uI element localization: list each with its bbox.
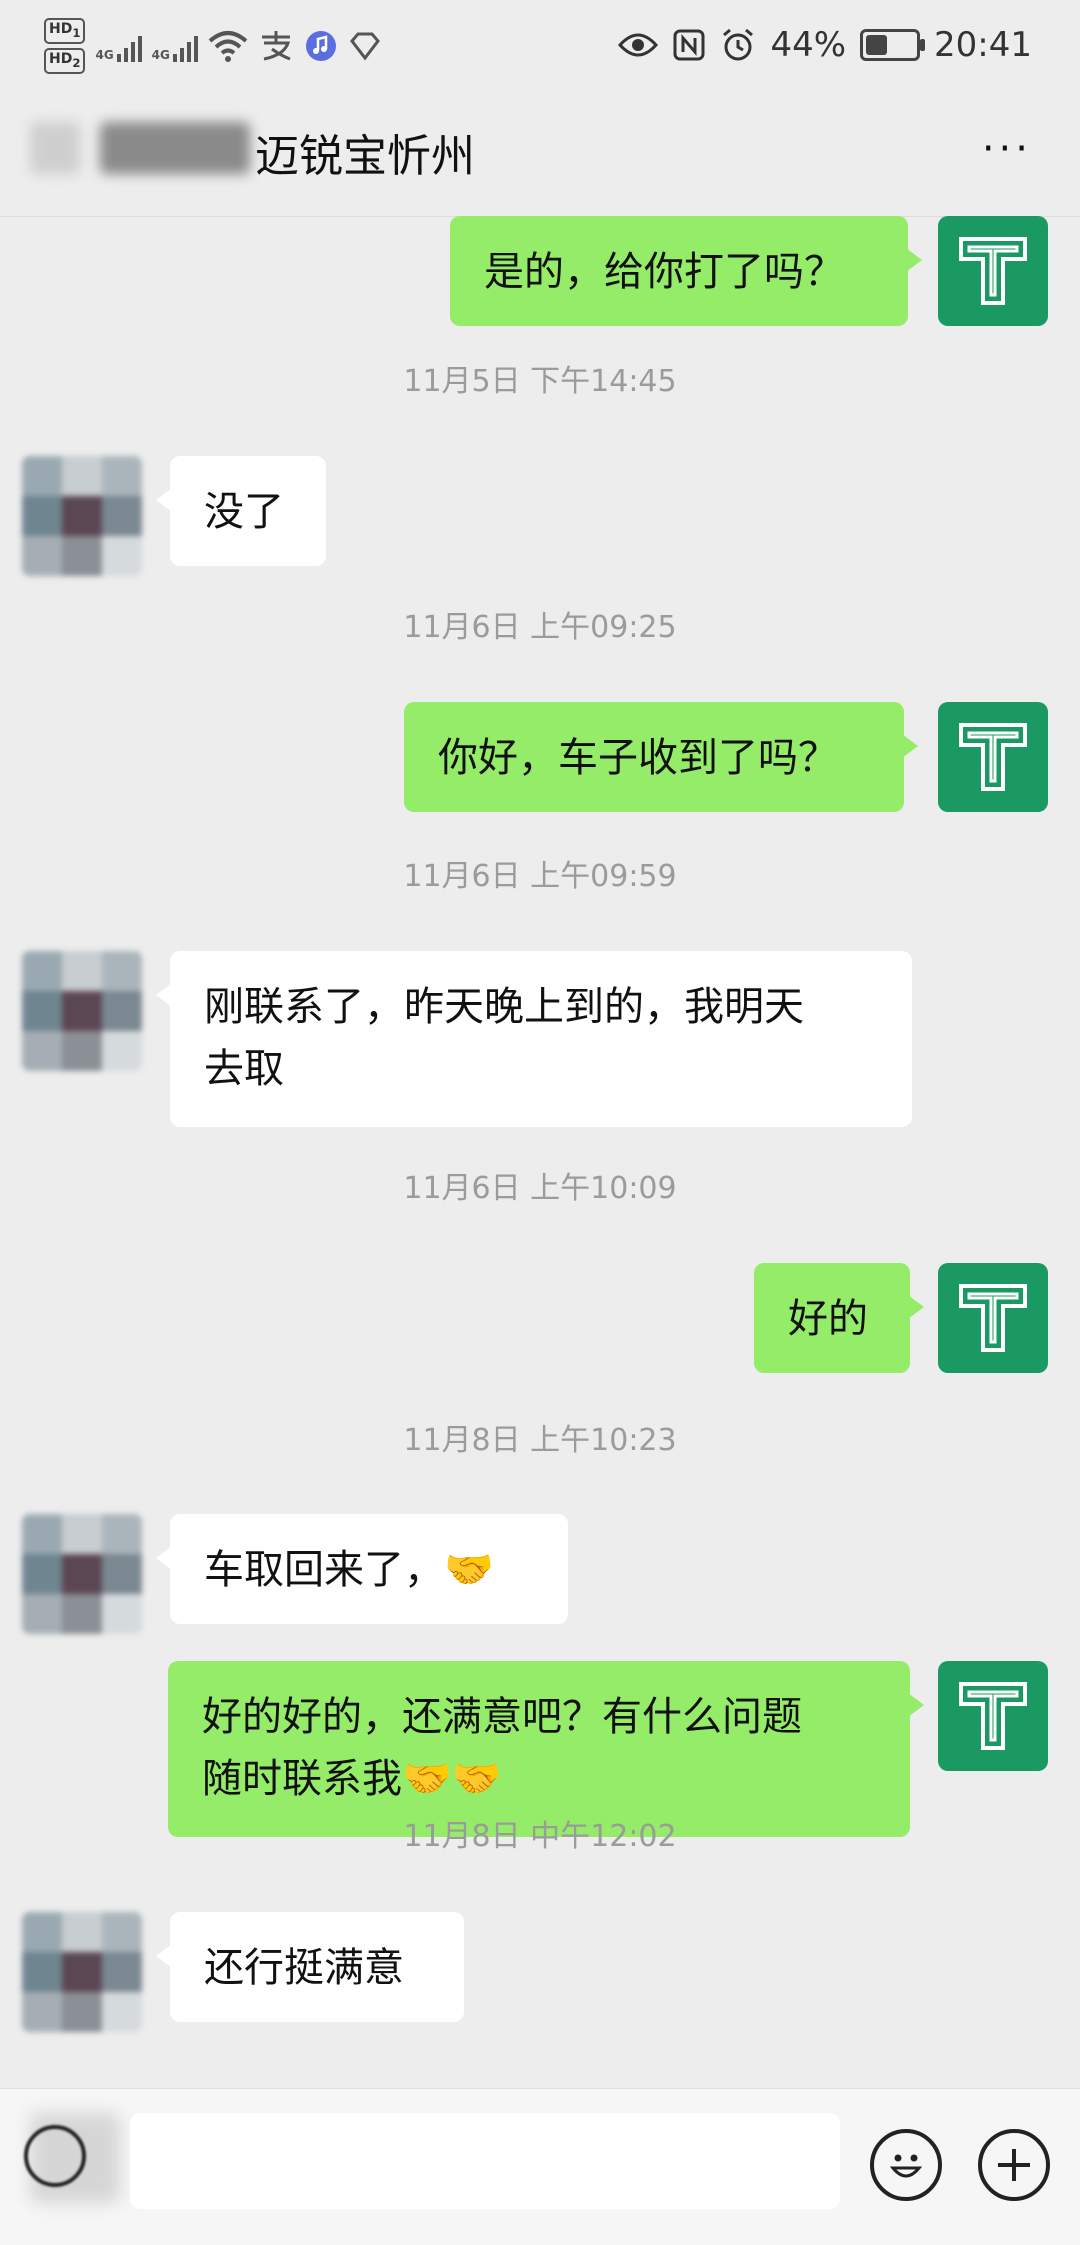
self-avatar[interactable]: [938, 1263, 1048, 1373]
message-timestamp: 11月6日 上午10:09: [403, 1171, 677, 1206]
more-options-button[interactable]: ···: [982, 126, 1032, 172]
chat-title: 迈锐宝忻州: [255, 131, 475, 182]
hd2-indicator: HD2: [44, 48, 86, 74]
sent-message-bubble[interactable]: 你好，车子收到了吗？: [404, 702, 918, 812]
t-logo-icon: [959, 723, 1027, 791]
signal-1-icon: 4G: [95, 30, 142, 62]
contact-avatar[interactable]: [22, 456, 142, 576]
smiley-icon: [889, 2154, 923, 2178]
received-message-bubble[interactable]: 车取回来了，🤝: [156, 1514, 568, 1624]
contact-avatar[interactable]: [22, 1514, 142, 1634]
plus-icon: [998, 2149, 1030, 2181]
sent-message-bubble[interactable]: 好的: [754, 1263, 924, 1373]
message-timestamp: 11月5日 下午14:45: [403, 364, 677, 399]
status-bar: HD1 HD2 4G 4G 44% 20:41: [0, 0, 1080, 90]
nfc-icon: [673, 29, 705, 61]
chat-header: 迈锐宝忻州 ···: [0, 90, 1080, 217]
contact-avatar[interactable]: [22, 1912, 142, 2032]
received-message-bubble[interactable]: 还行挺满意: [156, 1912, 464, 2022]
t-logo-icon: [959, 1682, 1027, 1750]
music-app-icon: [305, 31, 336, 61]
t-logo-icon: [959, 1284, 1027, 1352]
self-avatar[interactable]: [938, 1661, 1048, 1771]
t-logo-icon: [959, 237, 1027, 305]
status-right: 44% 20:41: [618, 20, 1032, 70]
clock: 20:41: [934, 25, 1032, 65]
voice-toggle-button[interactable]: [24, 2125, 86, 2187]
hd1-sub: 1: [72, 26, 81, 40]
signal-2-icon: 4G: [152, 30, 198, 62]
message-timestamp: 11月6日 上午09:59: [403, 859, 677, 894]
network-type-2: 4G: [151, 48, 170, 62]
status-left: HD1 HD2 4G 4G: [44, 14, 382, 78]
battery-fill: [866, 35, 888, 55]
sent-message-bubble[interactable]: 是的，给你打了吗？: [450, 216, 922, 326]
message-list[interactable]: 是的，给你打了吗？ 11月5日 下午14:45 没了 11月6日 上午09:25 你好，…: [0, 216, 1080, 2088]
eye-icon: [618, 33, 659, 57]
blurred-name-part-2: [100, 122, 250, 174]
received-message-bubble[interactable]: 没了: [156, 456, 326, 566]
self-avatar[interactable]: [938, 702, 1048, 812]
battery-icon: [860, 29, 926, 61]
emoji-button[interactable]: [870, 2129, 942, 2201]
wifi-icon: [208, 31, 248, 62]
received-message-bubble[interactable]: 刚联系了，昨天晚上到的，我明天 去取: [156, 951, 912, 1127]
message-timestamp: 11月8日 上午10:23: [403, 1423, 677, 1458]
message-timestamp: 11月8日 中午12:02: [403, 1819, 677, 1854]
self-avatar[interactable]: [938, 216, 1048, 326]
message-input[interactable]: [130, 2113, 840, 2209]
network-type-1: 4G: [95, 48, 114, 62]
hd1-indicator: HD1: [44, 18, 86, 44]
blurred-name-part-1: [30, 122, 80, 174]
alipay-icon: [261, 31, 291, 61]
add-attachment-button[interactable]: [978, 2129, 1050, 2201]
hd-indicators: HD1 HD2: [44, 18, 86, 74]
battery-percent: 44%: [770, 25, 847, 65]
alarm-icon: [723, 28, 754, 61]
message-timestamp: 11月6日 上午09:25: [403, 610, 677, 645]
input-bar: [0, 2088, 1080, 2245]
contact-avatar[interactable]: [22, 951, 142, 1071]
diamond-icon: [349, 32, 380, 61]
hd2-sub: 2: [72, 55, 81, 70]
